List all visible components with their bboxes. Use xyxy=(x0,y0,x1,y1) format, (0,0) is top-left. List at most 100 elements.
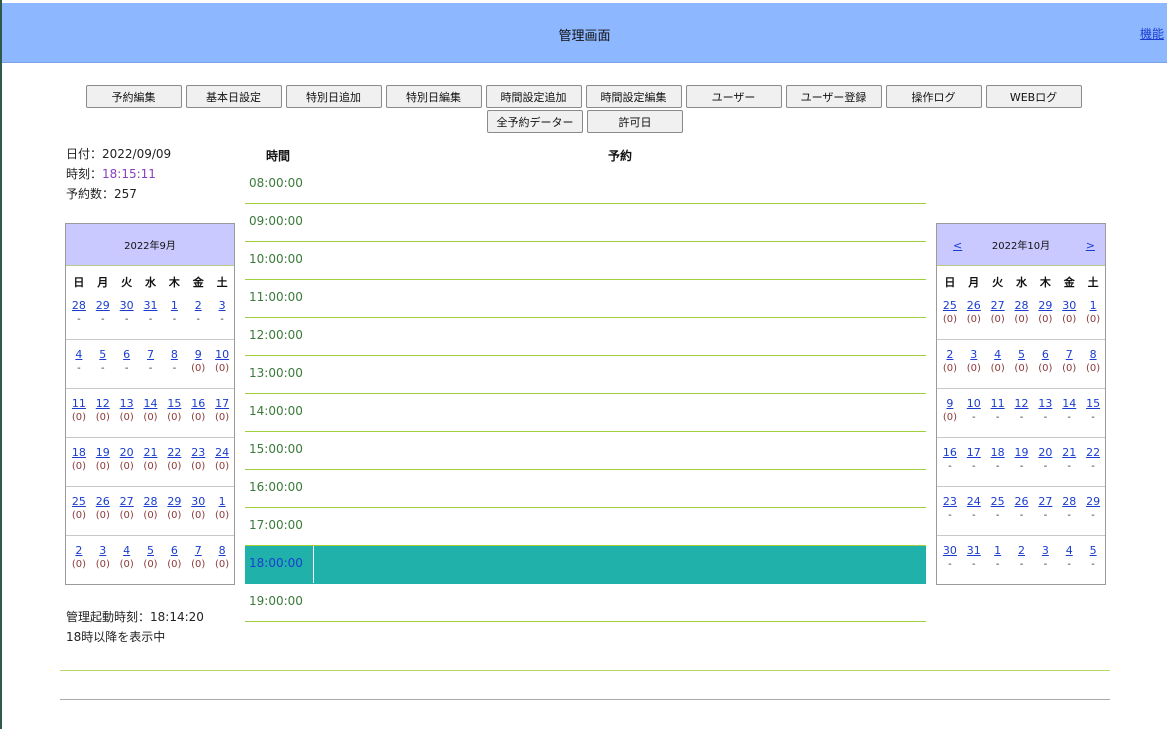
menu-button[interactable]: 時間設定追加 xyxy=(485,85,582,108)
menu-button[interactable]: WEBログ xyxy=(985,85,1082,108)
day-link[interactable]: 30 xyxy=(1057,299,1081,313)
day-link[interactable]: 6 xyxy=(115,348,139,362)
menu-button[interactable]: 時間設定編集 xyxy=(585,85,682,108)
day-link[interactable]: 7 xyxy=(139,348,163,362)
menu-button[interactable]: 許可日 xyxy=(587,110,683,133)
day-link[interactable]: 27 xyxy=(986,299,1010,313)
day-link[interactable]: 20 xyxy=(115,446,139,460)
day-link[interactable]: 8 xyxy=(210,544,234,558)
day-link[interactable]: 29 xyxy=(1033,299,1057,313)
reservation-cell[interactable] xyxy=(313,318,926,355)
day-link[interactable]: 10 xyxy=(962,397,986,411)
day-link[interactable]: 12 xyxy=(91,397,115,411)
menu-button[interactable]: ユーザー登録 xyxy=(785,85,882,108)
time-slot-row[interactable]: 19:00:00 xyxy=(245,584,926,622)
day-link[interactable]: 8 xyxy=(1081,348,1105,362)
day-link[interactable]: 22 xyxy=(1081,446,1105,460)
reservation-cell[interactable] xyxy=(313,204,926,241)
day-link[interactable]: 16 xyxy=(938,446,962,460)
menu-button[interactable]: 特別日追加 xyxy=(285,85,382,108)
day-link[interactable]: 1 xyxy=(210,495,234,509)
day-link[interactable]: 9 xyxy=(186,348,210,362)
day-link[interactable]: 23 xyxy=(938,495,962,509)
day-link[interactable]: 6 xyxy=(162,544,186,558)
day-link[interactable]: 1 xyxy=(986,544,1010,558)
day-link[interactable]: 17 xyxy=(962,446,986,460)
day-link[interactable]: 4 xyxy=(115,544,139,558)
reservation-cell[interactable] xyxy=(313,356,926,393)
day-link[interactable]: 14 xyxy=(139,397,163,411)
day-link[interactable]: 28 xyxy=(67,299,91,313)
day-link[interactable]: 8 xyxy=(162,348,186,362)
day-link[interactable]: 31 xyxy=(139,299,163,313)
day-link[interactable]: 16 xyxy=(186,397,210,411)
day-link[interactable]: 28 xyxy=(1057,495,1081,509)
day-link[interactable]: 1 xyxy=(162,299,186,313)
day-link[interactable]: 4 xyxy=(1057,544,1081,558)
reservation-cell[interactable] xyxy=(313,166,926,203)
day-link[interactable]: 25 xyxy=(67,495,91,509)
day-link[interactable]: 29 xyxy=(91,299,115,313)
day-link[interactable]: 14 xyxy=(1057,397,1081,411)
time-slot-row[interactable]: 08:00:00 xyxy=(245,166,926,204)
day-link[interactable]: 5 xyxy=(91,348,115,362)
reservation-cell[interactable] xyxy=(313,508,926,545)
menu-button[interactable]: 全予約データー xyxy=(487,110,583,133)
menu-button[interactable]: 基本日設定 xyxy=(185,85,282,108)
day-link[interactable]: 25 xyxy=(938,299,962,313)
day-link[interactable]: 3 xyxy=(1033,544,1057,558)
day-link[interactable]: 21 xyxy=(1057,446,1081,460)
time-slot-row[interactable]: 16:00:00 xyxy=(245,470,926,508)
day-link[interactable]: 3 xyxy=(210,299,234,313)
day-link[interactable]: 4 xyxy=(67,348,91,362)
day-link[interactable]: 24 xyxy=(210,446,234,460)
menu-button[interactable]: 操作ログ xyxy=(885,85,982,108)
day-link[interactable]: 22 xyxy=(162,446,186,460)
day-link[interactable]: 27 xyxy=(115,495,139,509)
day-link[interactable]: 12 xyxy=(1010,397,1034,411)
day-link[interactable]: 15 xyxy=(162,397,186,411)
day-link[interactable]: 7 xyxy=(186,544,210,558)
day-link[interactable]: 5 xyxy=(1081,544,1105,558)
reservation-cell[interactable] xyxy=(313,394,926,431)
day-link[interactable]: 17 xyxy=(210,397,234,411)
next-month-link[interactable]: > xyxy=(1086,239,1095,252)
day-link[interactable]: 29 xyxy=(162,495,186,509)
day-link[interactable]: 20 xyxy=(1033,446,1057,460)
menu-button[interactable]: 特別日編集 xyxy=(385,85,482,108)
day-link[interactable]: 26 xyxy=(962,299,986,313)
reservation-cell[interactable] xyxy=(313,242,926,279)
function-link[interactable]: 機能 xyxy=(1140,25,1164,42)
day-link[interactable]: 3 xyxy=(962,348,986,362)
reservation-cell[interactable] xyxy=(313,470,926,507)
day-link[interactable]: 30 xyxy=(115,299,139,313)
time-slot-row[interactable]: 15:00:00 xyxy=(245,432,926,470)
day-link[interactable]: 30 xyxy=(186,495,210,509)
reservation-cell[interactable] xyxy=(313,546,926,583)
time-slot-row[interactable]: 10:00:00 xyxy=(245,242,926,280)
day-link[interactable]: 27 xyxy=(1033,495,1057,509)
day-link[interactable]: 6 xyxy=(1033,348,1057,362)
day-link[interactable]: 2 xyxy=(67,544,91,558)
day-link[interactable]: 13 xyxy=(1033,397,1057,411)
day-link[interactable]: 26 xyxy=(91,495,115,509)
reservation-cell[interactable] xyxy=(313,432,926,469)
day-link[interactable]: 1 xyxy=(1081,299,1105,313)
day-link[interactable]: 31 xyxy=(962,544,986,558)
time-slot-row[interactable]: 17:00:00 xyxy=(245,508,926,546)
day-link[interactable]: 9 xyxy=(938,397,962,411)
day-link[interactable]: 10 xyxy=(210,348,234,362)
time-slot-row[interactable]: 12:00:00 xyxy=(245,318,926,356)
day-link[interactable]: 11 xyxy=(986,397,1010,411)
day-link[interactable]: 28 xyxy=(139,495,163,509)
day-link[interactable]: 18 xyxy=(986,446,1010,460)
day-link[interactable]: 11 xyxy=(67,397,91,411)
day-link[interactable]: 30 xyxy=(938,544,962,558)
day-link[interactable]: 28 xyxy=(1010,299,1034,313)
day-link[interactable]: 2 xyxy=(186,299,210,313)
time-slot-row[interactable]: 18:00:00 xyxy=(245,546,926,584)
day-link[interactable]: 2 xyxy=(938,348,962,362)
day-link[interactable]: 23 xyxy=(186,446,210,460)
prev-month-link[interactable]: < xyxy=(953,239,962,252)
day-link[interactable]: 5 xyxy=(139,544,163,558)
